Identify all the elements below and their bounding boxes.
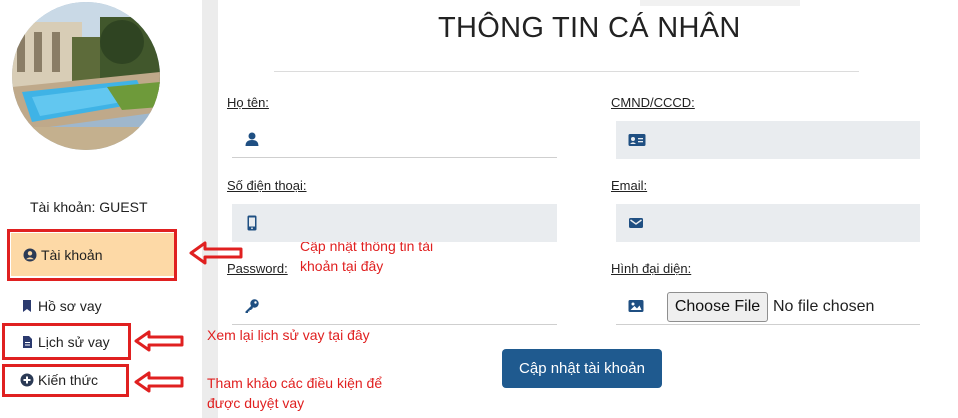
highlight-knowledge-box (2, 364, 129, 397)
fullname-label: Họ tên: (227, 95, 269, 110)
avatar (12, 2, 160, 150)
annotation-account: Cập nhật thông tin tài khoản tại đây (300, 238, 434, 274)
sidebar-item-loan-profile[interactable]: Hồ sơ vay (20, 298, 102, 314)
page-title: THÔNG TIN CÁ NHÂN (438, 12, 741, 44)
file-status-text: No file chosen (773, 298, 875, 315)
annotation-knowledge: Tham khảo các điều kiện để được duyệt va… (207, 375, 383, 411)
arrow-left-icon (134, 330, 184, 352)
password-label: Password: (227, 261, 288, 276)
password-field[interactable] (232, 287, 557, 325)
avatar-upload-field (616, 287, 920, 325)
highlight-account-box (7, 229, 177, 281)
avatar-pool-photo (12, 2, 160, 150)
sidebar-divider (202, 0, 218, 418)
update-account-button[interactable]: Cập nhật tài khoản (502, 349, 662, 388)
arrow-left-icon (134, 371, 184, 393)
avatar-upload-label: Hình đại diện: (611, 261, 692, 276)
account-username: Tài khoản: GUEST (30, 199, 148, 215)
sidebar-item-label: Hồ sơ vay (38, 298, 102, 314)
phone-label: Số điện thoại: (227, 178, 307, 193)
mobile-phone-icon (244, 215, 260, 231)
top-bar (640, 0, 800, 6)
id-card-icon (628, 132, 646, 148)
fullname-field[interactable] (232, 120, 557, 158)
user-icon (244, 131, 260, 147)
choose-file-button[interactable]: Choose File (667, 292, 768, 322)
id-number-field[interactable] (616, 121, 920, 159)
annotation-history: Xem lại lịch sử vay tại đây (207, 327, 370, 343)
highlight-history-box (2, 323, 131, 360)
email-label: Email: (611, 178, 648, 193)
email-field[interactable] (616, 204, 920, 242)
phone-field[interactable] (232, 204, 557, 242)
envelope-icon (628, 215, 644, 231)
image-icon (628, 298, 644, 314)
bookmark-icon (20, 299, 34, 313)
title-divider (274, 71, 859, 72)
id-number-label: CMND/CCCD: (611, 95, 695, 110)
key-icon (244, 298, 260, 314)
